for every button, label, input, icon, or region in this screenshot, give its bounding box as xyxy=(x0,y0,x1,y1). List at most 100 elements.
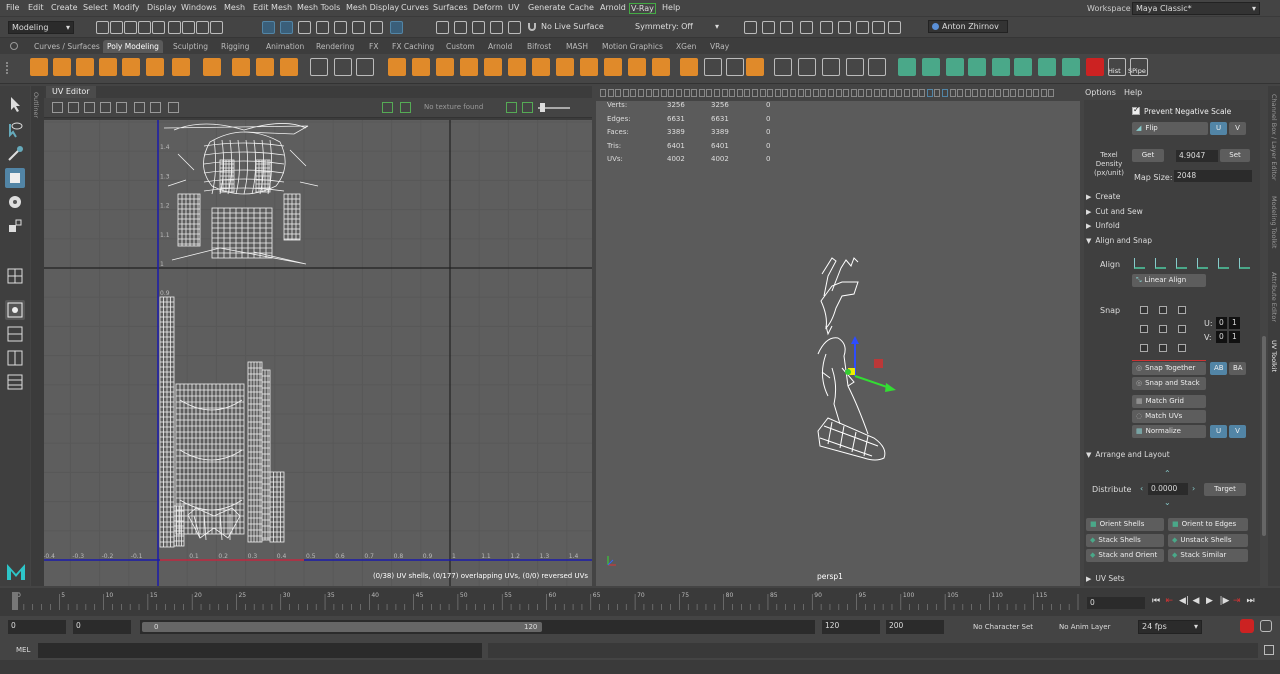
tab-animation[interactable]: Animation xyxy=(262,40,308,53)
spipe-icon[interactable] xyxy=(1130,58,1148,76)
wedge-icon[interactable] xyxy=(704,58,722,76)
playback-start-field[interactable]: 0 xyxy=(73,620,131,634)
uv-grid-svg[interactable]: -0.4 -0.3 -0.2 -0.1 0.1 0.2 0.3 0.4 0.5 0.6 0.7 0.8… xyxy=(44,120,592,586)
select-handle-icon[interactable] xyxy=(390,21,403,34)
paint-select-icon[interactable] xyxy=(5,144,25,164)
fill-hole-icon[interactable] xyxy=(628,58,646,76)
menu-help[interactable]: Help xyxy=(662,3,680,12)
last-tool-icon[interactable] xyxy=(5,266,25,286)
extrude-icon[interactable] xyxy=(556,58,574,76)
distribute-down-icon[interactable]: ⌄ xyxy=(1164,498,1171,507)
section-cut-and-sew[interactable]: ▶ Cut and Sew xyxy=(1086,207,1266,221)
snap-grid-checkbox[interactable] xyxy=(1178,306,1186,314)
snap-grid-icon[interactable] xyxy=(436,21,449,34)
menu-deform[interactable]: Deform xyxy=(473,3,503,12)
menu-arnold[interactable]: Arnold xyxy=(600,3,626,12)
cone-icon[interactable] xyxy=(99,58,117,76)
tab-fx-caching[interactable]: FX Caching xyxy=(388,40,438,53)
snap-and-stack-button[interactable]: ◎ Snap and Stack xyxy=(1132,377,1206,390)
select-curve-icon[interactable] xyxy=(352,21,365,34)
distribute-up-icon[interactable]: ⌃ xyxy=(1164,469,1171,478)
tab-motion-graphics[interactable]: Motion Graphics xyxy=(598,40,667,53)
select-multi-icon[interactable] xyxy=(334,21,347,34)
auto-map-icon[interactable] xyxy=(922,58,940,76)
chamfer-icon[interactable] xyxy=(746,58,764,76)
select-edge-icon[interactable] xyxy=(280,21,293,34)
flip-v-button[interactable]: V xyxy=(1229,122,1246,135)
uv-canvas[interactable]: -0.4 -0.3 -0.2 -0.1 0.1 0.2 0.3 0.4 0.5 0.6 0.7 0.8… xyxy=(44,120,592,586)
cylindrical-map-icon[interactable] xyxy=(946,58,964,76)
time-slider[interactable]: 0 5 10 15 20 25 30 35 40 45 50 55 60 65 70 75 80 85 90 95 10… xyxy=(0,588,1080,616)
hist-icon[interactable] xyxy=(1108,58,1126,76)
snap-ab-button[interactable]: AB xyxy=(1210,362,1227,375)
uv-distortion-icon[interactable] xyxy=(100,102,111,113)
anim-layer-dropdown[interactable]: No Anim Layer xyxy=(1059,623,1110,631)
current-frame-field[interactable]: 0 xyxy=(1087,597,1145,609)
menu-v-ray[interactable]: V-Ray xyxy=(629,3,656,14)
undo-icon[interactable] xyxy=(138,21,151,34)
menu-edit[interactable]: Edit xyxy=(28,3,44,12)
start-frame-field[interactable]: 0 xyxy=(8,620,66,634)
section-align-and-snap[interactable]: ▼ Align and Snap xyxy=(1086,236,1266,250)
live-surface-field[interactable]: No Live Surface xyxy=(538,21,614,34)
sidebar-tab-uv-toolkit[interactable]: UV Toolkit xyxy=(1270,340,1278,372)
render-globals-icon[interactable] xyxy=(838,21,851,34)
snap-ba-button[interactable]: BA xyxy=(1229,362,1246,375)
poke-icon[interactable] xyxy=(680,58,698,76)
boolean-icon[interactable] xyxy=(484,58,502,76)
go-to-start-icon[interactable]: ⏮ xyxy=(1152,596,1160,606)
snap-v-min[interactable]: 0 xyxy=(1216,331,1227,343)
current-frame-marker[interactable] xyxy=(12,592,18,610)
step-back-key-icon[interactable]: ⇤ xyxy=(1166,596,1174,606)
auto-key-icon[interactable] xyxy=(1240,619,1254,633)
step-forward-key-icon[interactable]: ⇥ xyxy=(1233,596,1241,606)
vray-render-icon[interactable] xyxy=(872,21,885,34)
snap-grid-checkbox[interactable] xyxy=(1178,325,1186,333)
super-shape-icon[interactable] xyxy=(232,58,250,76)
normalize-button[interactable]: ▦ Normalize xyxy=(1132,425,1206,438)
sidebar-tab-modeling-toolkit[interactable]: Modeling Toolkit xyxy=(1270,196,1278,248)
outliner-strip[interactable]: Outliner xyxy=(31,86,44,586)
snap-grid-checkbox[interactable] xyxy=(1159,306,1167,314)
merge-icon[interactable] xyxy=(726,58,744,76)
pause-icon[interactable] xyxy=(888,21,901,34)
cube-icon[interactable] xyxy=(53,58,71,76)
tab-poly-modeling[interactable]: Poly Modeling xyxy=(103,40,163,53)
render-icon[interactable] xyxy=(744,21,757,34)
bridge-icon[interactable] xyxy=(580,58,598,76)
toolkit-scrollbar[interactable] xyxy=(1262,336,1266,536)
tab-sculpting[interactable]: Sculpting xyxy=(169,40,212,53)
snap-grid-checkbox[interactable] xyxy=(1140,306,1148,314)
menu-mesh[interactable]: Mesh xyxy=(224,3,245,12)
uv-refresh-icon[interactable] xyxy=(506,102,517,113)
layout-two-icon[interactable] xyxy=(5,324,25,344)
tab-mash[interactable]: MASH xyxy=(562,40,592,53)
spherical-map-icon[interactable] xyxy=(968,58,986,76)
shelf-settings-icon[interactable] xyxy=(10,42,18,50)
texel-get-button[interactable]: Get xyxy=(1132,149,1164,162)
tab-custom[interactable]: Custom xyxy=(442,40,479,53)
end-frame-field[interactable]: 200 xyxy=(886,620,944,634)
menu-modify[interactable]: Modify xyxy=(113,3,140,12)
section-uv-sets[interactable]: ▶ UV Sets xyxy=(1086,574,1266,588)
texture-field[interactable]: No texture found xyxy=(424,103,483,111)
magnet-icon[interactable] xyxy=(528,23,536,31)
select-hierarchy-icon[interactable] xyxy=(182,21,195,34)
uv-border-icon[interactable] xyxy=(116,102,127,113)
redo-icon[interactable] xyxy=(152,21,165,34)
new-scene-icon[interactable] xyxy=(96,21,109,34)
select-surface-icon[interactable] xyxy=(370,21,383,34)
open-scene-icon[interactable] xyxy=(110,21,123,34)
snap-point-icon[interactable] xyxy=(472,21,485,34)
rotate-tool-icon[interactable] xyxy=(5,192,25,212)
uv-view-icon[interactable] xyxy=(52,102,63,113)
normalize-v-button[interactable]: V xyxy=(1229,425,1246,438)
menu-mesh-display[interactable]: Mesh Display xyxy=(346,3,399,12)
range-slider-fill[interactable] xyxy=(142,622,542,632)
layout-single-icon[interactable] xyxy=(5,300,25,320)
align-icon[interactable] xyxy=(1218,258,1229,269)
hypershade-icon[interactable] xyxy=(800,21,813,34)
unfold-icon[interactable] xyxy=(1038,58,1056,76)
snap-grid-checkbox[interactable] xyxy=(1178,344,1186,352)
toolkit-menu-options[interactable]: Options xyxy=(1085,88,1116,97)
